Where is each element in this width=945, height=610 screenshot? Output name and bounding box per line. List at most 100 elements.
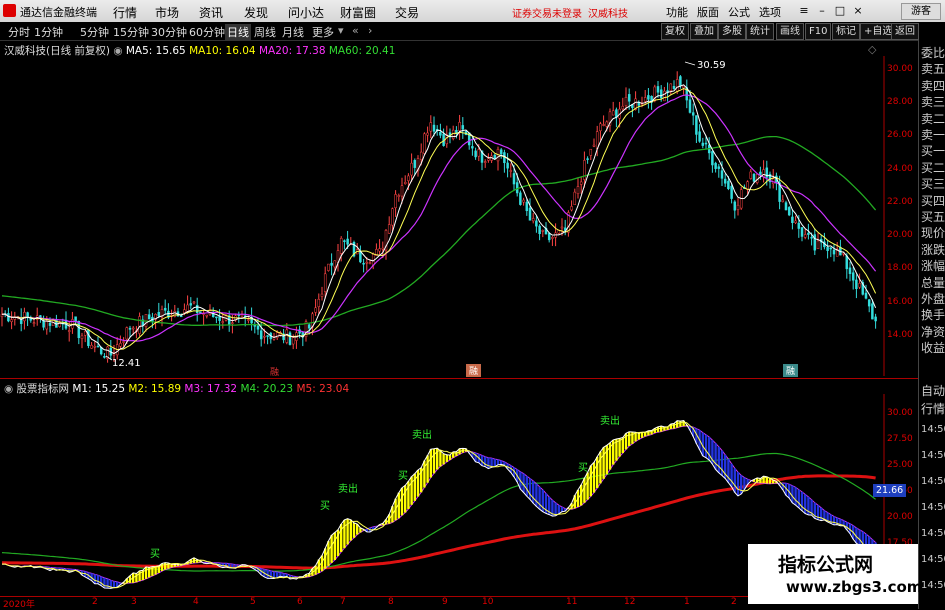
candle-body bbox=[195, 304, 199, 314]
menu-discover[interactable]: 发现 bbox=[244, 4, 268, 21]
candle-body bbox=[695, 115, 698, 135]
candle-body bbox=[688, 99, 692, 113]
quote-field-label[interactable]: 行情 bbox=[921, 402, 945, 417]
candle-body bbox=[147, 314, 151, 320]
candle-body bbox=[179, 315, 183, 318]
draw-line-button[interactable]: 画线 bbox=[776, 23, 804, 40]
tab-more[interactable]: 更多 bbox=[312, 24, 334, 40]
candle-body bbox=[419, 151, 423, 160]
signal-labels: 买买卖出买卖出买卖出 bbox=[150, 414, 620, 560]
tab-monthly[interactable]: 月线 bbox=[282, 24, 304, 40]
menu-icon[interactable]: ≡ bbox=[796, 3, 812, 18]
candle-body bbox=[80, 335, 84, 339]
candle-body bbox=[691, 112, 695, 116]
trade-login-warning[interactable]: 证券交易未登录 bbox=[512, 5, 582, 20]
candle-body bbox=[528, 207, 532, 221]
guest-button[interactable]: 游客 bbox=[901, 3, 941, 20]
tab-5min[interactable]: 5分钟 bbox=[80, 24, 109, 40]
candle-body bbox=[522, 199, 525, 203]
tab-weekly[interactable]: 周线 bbox=[254, 24, 276, 40]
maximize-icon[interactable]: □ bbox=[832, 3, 848, 18]
candle-body bbox=[589, 148, 593, 156]
menu-market[interactable]: 行情 bbox=[113, 4, 137, 21]
candle-body bbox=[199, 311, 202, 313]
quote-field-label: 卖二 bbox=[921, 111, 945, 126]
quote-field-label[interactable]: 自动 bbox=[921, 384, 945, 399]
tab-daily[interactable]: 日线 bbox=[225, 24, 251, 40]
date-label: 5 bbox=[250, 597, 256, 607]
quote-time: 14:50 bbox=[921, 554, 945, 565]
tab-intraday[interactable]: 分时 bbox=[8, 24, 30, 40]
menu-formula[interactable]: 公式 bbox=[728, 4, 750, 20]
buy-signal: 买 bbox=[578, 462, 588, 474]
high-pointer bbox=[684, 61, 696, 66]
candle-body bbox=[487, 158, 490, 161]
chevron-left-icon[interactable]: « bbox=[352, 24, 359, 37]
mark-button[interactable]: 标记 bbox=[832, 23, 860, 40]
quote-field-label: 涨跌 bbox=[921, 242, 945, 257]
menu-layout[interactable]: 版面 bbox=[697, 4, 719, 20]
chevron-right-icon[interactable]: › bbox=[368, 24, 372, 37]
chevron-down-icon[interactable]: ▾ bbox=[338, 24, 344, 37]
candle-body bbox=[371, 254, 375, 266]
restore-rights-button[interactable]: 复权 bbox=[661, 23, 689, 40]
date-label: 1 bbox=[684, 597, 690, 607]
tab-30min[interactable]: 30分钟 bbox=[151, 24, 187, 40]
candle-body bbox=[87, 329, 90, 346]
current-value-badge: 21.66 bbox=[873, 484, 907, 497]
margin-marker[interactable]: 融 bbox=[783, 364, 799, 377]
menu-trade[interactable]: 交易 bbox=[395, 4, 419, 21]
menu-function[interactable]: 功能 bbox=[666, 4, 688, 20]
candle-body bbox=[192, 301, 196, 304]
candle-body bbox=[717, 166, 721, 169]
margin-marker[interactable]: 融 bbox=[466, 364, 482, 377]
statistics-button[interactable]: 统计 bbox=[746, 23, 774, 40]
quote-field-label: 买二 bbox=[921, 160, 945, 175]
candle-body bbox=[867, 299, 871, 307]
candle-body bbox=[474, 150, 477, 158]
f10-button[interactable]: F10 bbox=[805, 23, 832, 40]
candle-body bbox=[727, 180, 730, 190]
menu-options[interactable]: 选项 bbox=[759, 4, 781, 20]
app-title: 通达信金融终端 bbox=[20, 6, 97, 19]
candle-body bbox=[333, 260, 337, 268]
back-button[interactable]: 返回 bbox=[891, 23, 919, 40]
candle-body bbox=[346, 238, 349, 245]
menu-news[interactable]: 资讯 bbox=[199, 4, 223, 21]
tab-1min[interactable]: 1分钟 bbox=[34, 24, 63, 40]
candle-body bbox=[579, 181, 583, 185]
quote-time: 14:50 bbox=[921, 528, 945, 539]
quote-field-label: 卖五 bbox=[921, 62, 945, 77]
candle-body bbox=[627, 94, 631, 102]
ma20-line bbox=[1, 94, 877, 342]
price-tick: 16.00 bbox=[887, 297, 913, 307]
date-label: 4 bbox=[193, 597, 199, 607]
multi-stock-button[interactable]: 多股 bbox=[718, 23, 746, 40]
menu-exchange[interactable]: 市场 bbox=[155, 4, 179, 21]
sell-signal: 卖出 bbox=[412, 428, 432, 441]
overlay-button[interactable]: 叠加 bbox=[690, 23, 718, 40]
quote-time: 14:50 bbox=[921, 580, 945, 591]
tab-60min[interactable]: 60分钟 bbox=[189, 24, 225, 40]
candle-body bbox=[423, 133, 426, 154]
margin-marker[interactable]: 融 bbox=[270, 365, 279, 378]
pane-divider[interactable] bbox=[0, 378, 918, 379]
quote-panel: 委比 卖五 卖四 卖三 卖二 卖一 买一 买二 买三 买四 买五 现价 涨跌 涨幅 总量 外盘 换手 净资 收益 自动… bbox=[918, 40, 945, 609]
candle-body bbox=[471, 146, 474, 149]
menu-wenxiaoda[interactable]: 问小达 bbox=[288, 4, 324, 21]
candle-body bbox=[781, 199, 785, 202]
candle-body bbox=[439, 131, 442, 136]
price-tick: 26.00 bbox=[887, 130, 913, 140]
candle-body bbox=[733, 201, 737, 211]
candle-body bbox=[871, 303, 874, 320]
candle-body bbox=[93, 346, 97, 348]
tab-15min[interactable]: 15分钟 bbox=[113, 24, 149, 40]
m1-line bbox=[1, 420, 877, 589]
close-icon[interactable]: × bbox=[850, 3, 866, 18]
menu-wealth[interactable]: 财富圈 bbox=[340, 4, 376, 21]
candle-body bbox=[314, 307, 317, 313]
minimize-icon[interactable]: – bbox=[814, 3, 830, 18]
quote-field-label: 卖三 bbox=[921, 95, 945, 110]
candle-body bbox=[429, 122, 433, 132]
collapse-icon[interactable]: ◇ bbox=[868, 43, 876, 56]
